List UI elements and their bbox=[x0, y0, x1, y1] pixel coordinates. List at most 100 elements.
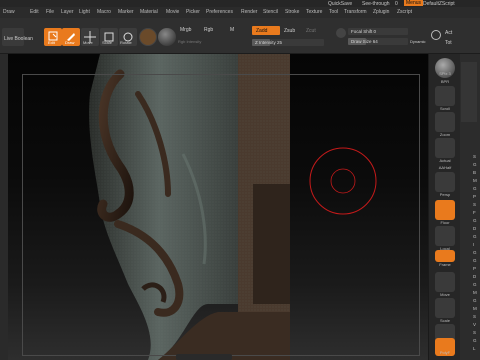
see-through-label[interactable]: See-through bbox=[362, 1, 390, 7]
zoom-label: Zoom bbox=[439, 132, 451, 137]
scale-shelf-button[interactable] bbox=[435, 298, 455, 318]
menu-light[interactable]: Light bbox=[79, 9, 90, 15]
menu-material[interactable]: Material bbox=[140, 9, 158, 15]
menu-file[interactable]: File bbox=[46, 9, 54, 15]
persp-button[interactable] bbox=[435, 172, 455, 192]
draw-size-slider[interactable]: Draw Size 64 bbox=[348, 38, 408, 45]
tray-item-5[interactable]: G bbox=[473, 186, 477, 191]
draw-label: Draw bbox=[65, 40, 75, 45]
actual-label: Actual bbox=[439, 158, 451, 163]
persp-label: Persp bbox=[439, 192, 451, 197]
move-shelf-label: Move bbox=[440, 292, 450, 297]
toolbar: Live Boolean Edit Draw Move Scale Rotate… bbox=[0, 18, 480, 54]
menu-marker[interactable]: Marker bbox=[118, 9, 134, 15]
local-button[interactable] bbox=[435, 226, 455, 246]
menu-stroke[interactable]: Stroke bbox=[285, 9, 299, 15]
tray-item-16[interactable]: D bbox=[473, 274, 476, 279]
tray-item-13[interactable]: G bbox=[473, 250, 477, 255]
tray-item-15[interactable]: P bbox=[473, 266, 476, 271]
menu-texture[interactable]: Texture bbox=[306, 9, 322, 15]
zoom-button[interactable] bbox=[435, 112, 455, 132]
menu-draw[interactable]: Draw bbox=[3, 9, 15, 15]
dynamic-button[interactable]: Dynamic bbox=[410, 39, 426, 44]
menu-zscript[interactable]: Zscript bbox=[397, 9, 412, 15]
menu-tool[interactable]: Tool bbox=[329, 9, 338, 15]
menu-movie[interactable]: Movie bbox=[166, 9, 179, 15]
tool-thumbnail[interactable] bbox=[461, 62, 477, 122]
draw-size-label: Draw Size 64 bbox=[351, 39, 378, 44]
right-tray: S G B M G P S F G D G I G G P D G M G M … bbox=[460, 54, 480, 360]
tray-item-11[interactable]: G bbox=[473, 234, 477, 239]
floor-label: Floor bbox=[440, 220, 450, 225]
tray-item-21[interactable]: S bbox=[473, 314, 476, 319]
document-frame bbox=[22, 74, 420, 356]
frame-button[interactable] bbox=[435, 250, 455, 262]
right-shelf: BPR SPix 3 Scroll Zoom Actual AAHalf Per… bbox=[428, 54, 460, 360]
zadd-label: Zadd bbox=[256, 28, 268, 34]
menu-transform[interactable]: Transform bbox=[344, 9, 367, 15]
tray-item-22[interactable]: V bbox=[473, 322, 476, 327]
bpr-label: BPR bbox=[440, 79, 450, 84]
actual-button[interactable] bbox=[435, 138, 455, 158]
menus-button[interactable]: Menus bbox=[404, 0, 424, 6]
edit-label: Edit bbox=[48, 40, 55, 45]
rgb-intensity-slider[interactable]: Rgb Intensity bbox=[178, 39, 201, 44]
menu-zplugin[interactable]: Zplugin bbox=[373, 9, 389, 15]
menu-stencil[interactable]: Stencil bbox=[263, 9, 278, 15]
tray-item-18[interactable]: M bbox=[473, 290, 477, 295]
menu-render[interactable]: Render bbox=[241, 9, 257, 15]
live-boolean-label[interactable]: Live Boolean bbox=[4, 36, 33, 42]
tray-item-19[interactable]: G bbox=[473, 298, 477, 303]
scale-label: Scale bbox=[102, 40, 113, 45]
tray-item-20[interactable]: M bbox=[473, 306, 477, 311]
floor-button[interactable] bbox=[435, 200, 455, 220]
menu-picker[interactable]: Picker bbox=[186, 9, 200, 15]
tray-item-6[interactable]: P bbox=[473, 194, 476, 199]
tray-item-4[interactable]: M bbox=[473, 178, 477, 183]
scroll-button[interactable] bbox=[435, 86, 455, 106]
tray-item-1[interactable]: S bbox=[473, 154, 476, 159]
tray-item-7[interactable]: S bbox=[473, 202, 476, 207]
mrgb-button[interactable]: Mrgb bbox=[180, 27, 191, 33]
scroll-label: Scroll bbox=[439, 106, 450, 111]
tray-item-23[interactable]: S bbox=[473, 330, 476, 335]
rgb-button[interactable]: Rgb bbox=[204, 27, 213, 33]
tray-item-25[interactable]: L bbox=[473, 346, 476, 351]
zsub-button[interactable]: Zsub bbox=[284, 28, 295, 34]
bottom-tray-handle[interactable] bbox=[176, 354, 232, 360]
menu-macro[interactable]: Macro bbox=[97, 9, 111, 15]
tray-item-8[interactable]: F bbox=[473, 210, 476, 215]
tray-item-24[interactable]: G bbox=[473, 338, 477, 343]
frame-label: Frame bbox=[439, 262, 451, 267]
polyf-label: PolyF bbox=[439, 350, 451, 355]
menu-layer[interactable]: Layer bbox=[61, 9, 74, 15]
tray-item-2[interactable]: G bbox=[473, 162, 477, 167]
m-button[interactable]: M bbox=[230, 27, 234, 33]
z-intensity-slider[interactable]: Z Intensity 25 bbox=[252, 39, 324, 46]
focal-shift-slider[interactable]: Focal Shift 0 bbox=[348, 28, 408, 35]
top-strip: QuickSave See-through 0 Menus DefaultZSc… bbox=[0, 0, 480, 7]
move-shelf-button[interactable] bbox=[435, 272, 455, 292]
total-points-label: Tot bbox=[445, 40, 452, 46]
quicksave-button[interactable]: QuickSave bbox=[328, 1, 352, 7]
texture-sphere-icon[interactable] bbox=[158, 28, 176, 46]
spix-label[interactable]: SPix 3 bbox=[429, 71, 461, 76]
material-sphere-icon[interactable] bbox=[139, 28, 157, 46]
default-zscript-button[interactable]: DefaultZScript bbox=[423, 1, 455, 7]
tray-item-9[interactable]: G bbox=[473, 218, 477, 223]
aahalf-label[interactable]: AAHalf bbox=[429, 165, 461, 170]
zcut-button[interactable]: Zcut bbox=[306, 28, 316, 34]
menu-edit[interactable]: Edit bbox=[30, 9, 39, 15]
tray-item-17[interactable]: G bbox=[473, 282, 477, 287]
scale-shelf-label: Scale bbox=[439, 318, 450, 323]
zadd-button[interactable]: Zadd bbox=[252, 26, 280, 35]
menu-preferences[interactable]: Preferences bbox=[206, 9, 233, 15]
active-points-label: Act bbox=[445, 30, 453, 36]
move-label: Move bbox=[83, 40, 93, 45]
tray-item-14[interactable]: G bbox=[473, 258, 477, 263]
tray-item-10[interactable]: D bbox=[473, 226, 476, 231]
tray-item-12[interactable]: I bbox=[473, 242, 474, 247]
rotate-label: Rotate bbox=[120, 40, 132, 45]
tray-item-3[interactable]: B bbox=[473, 170, 476, 175]
left-tray[interactable] bbox=[0, 54, 8, 360]
